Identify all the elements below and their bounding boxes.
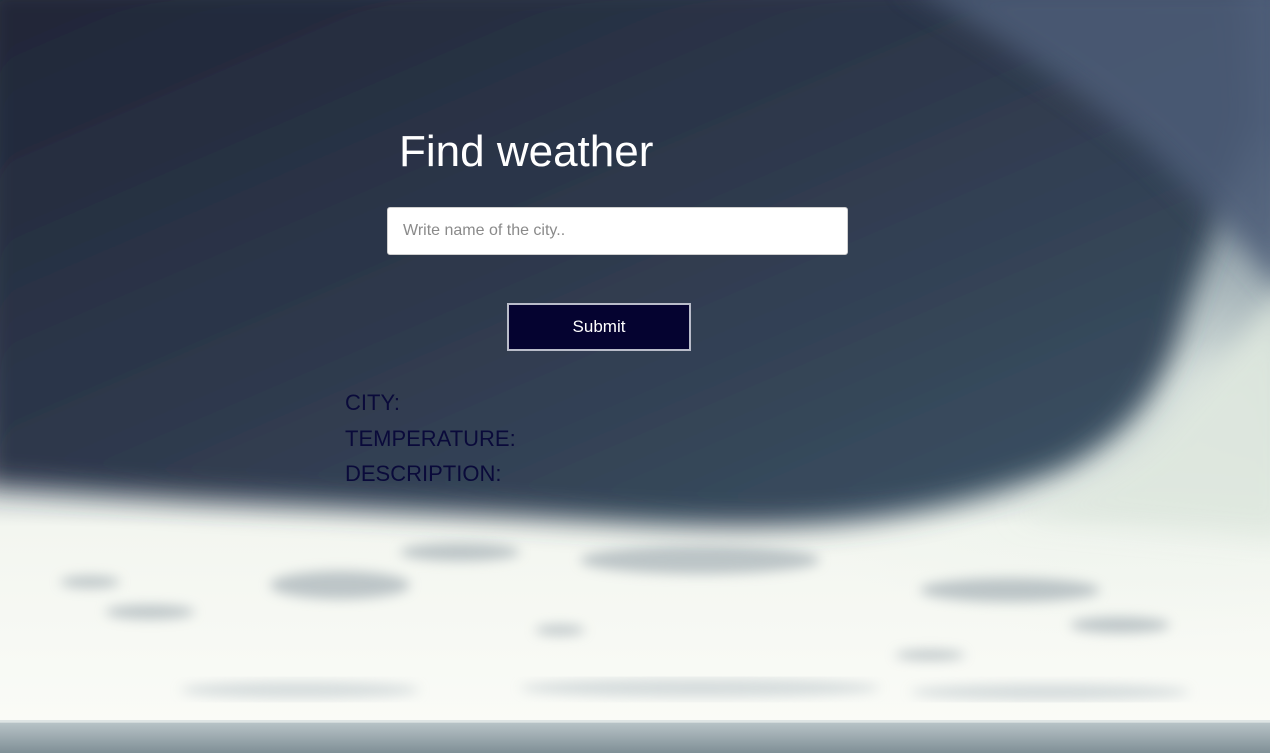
weather-results: CITY: TEMPERATURE: DESCRIPTION: [345,385,516,492]
description-label: DESCRIPTION: [345,461,502,486]
submit-button[interactable]: Submit [507,303,691,351]
city-search-input[interactable] [387,207,848,255]
temperature-label: TEMPERATURE: [345,425,516,451]
background-sky-image [0,0,1270,753]
city-label: CITY: [345,390,401,415]
page-title: Find weather [399,127,654,176]
